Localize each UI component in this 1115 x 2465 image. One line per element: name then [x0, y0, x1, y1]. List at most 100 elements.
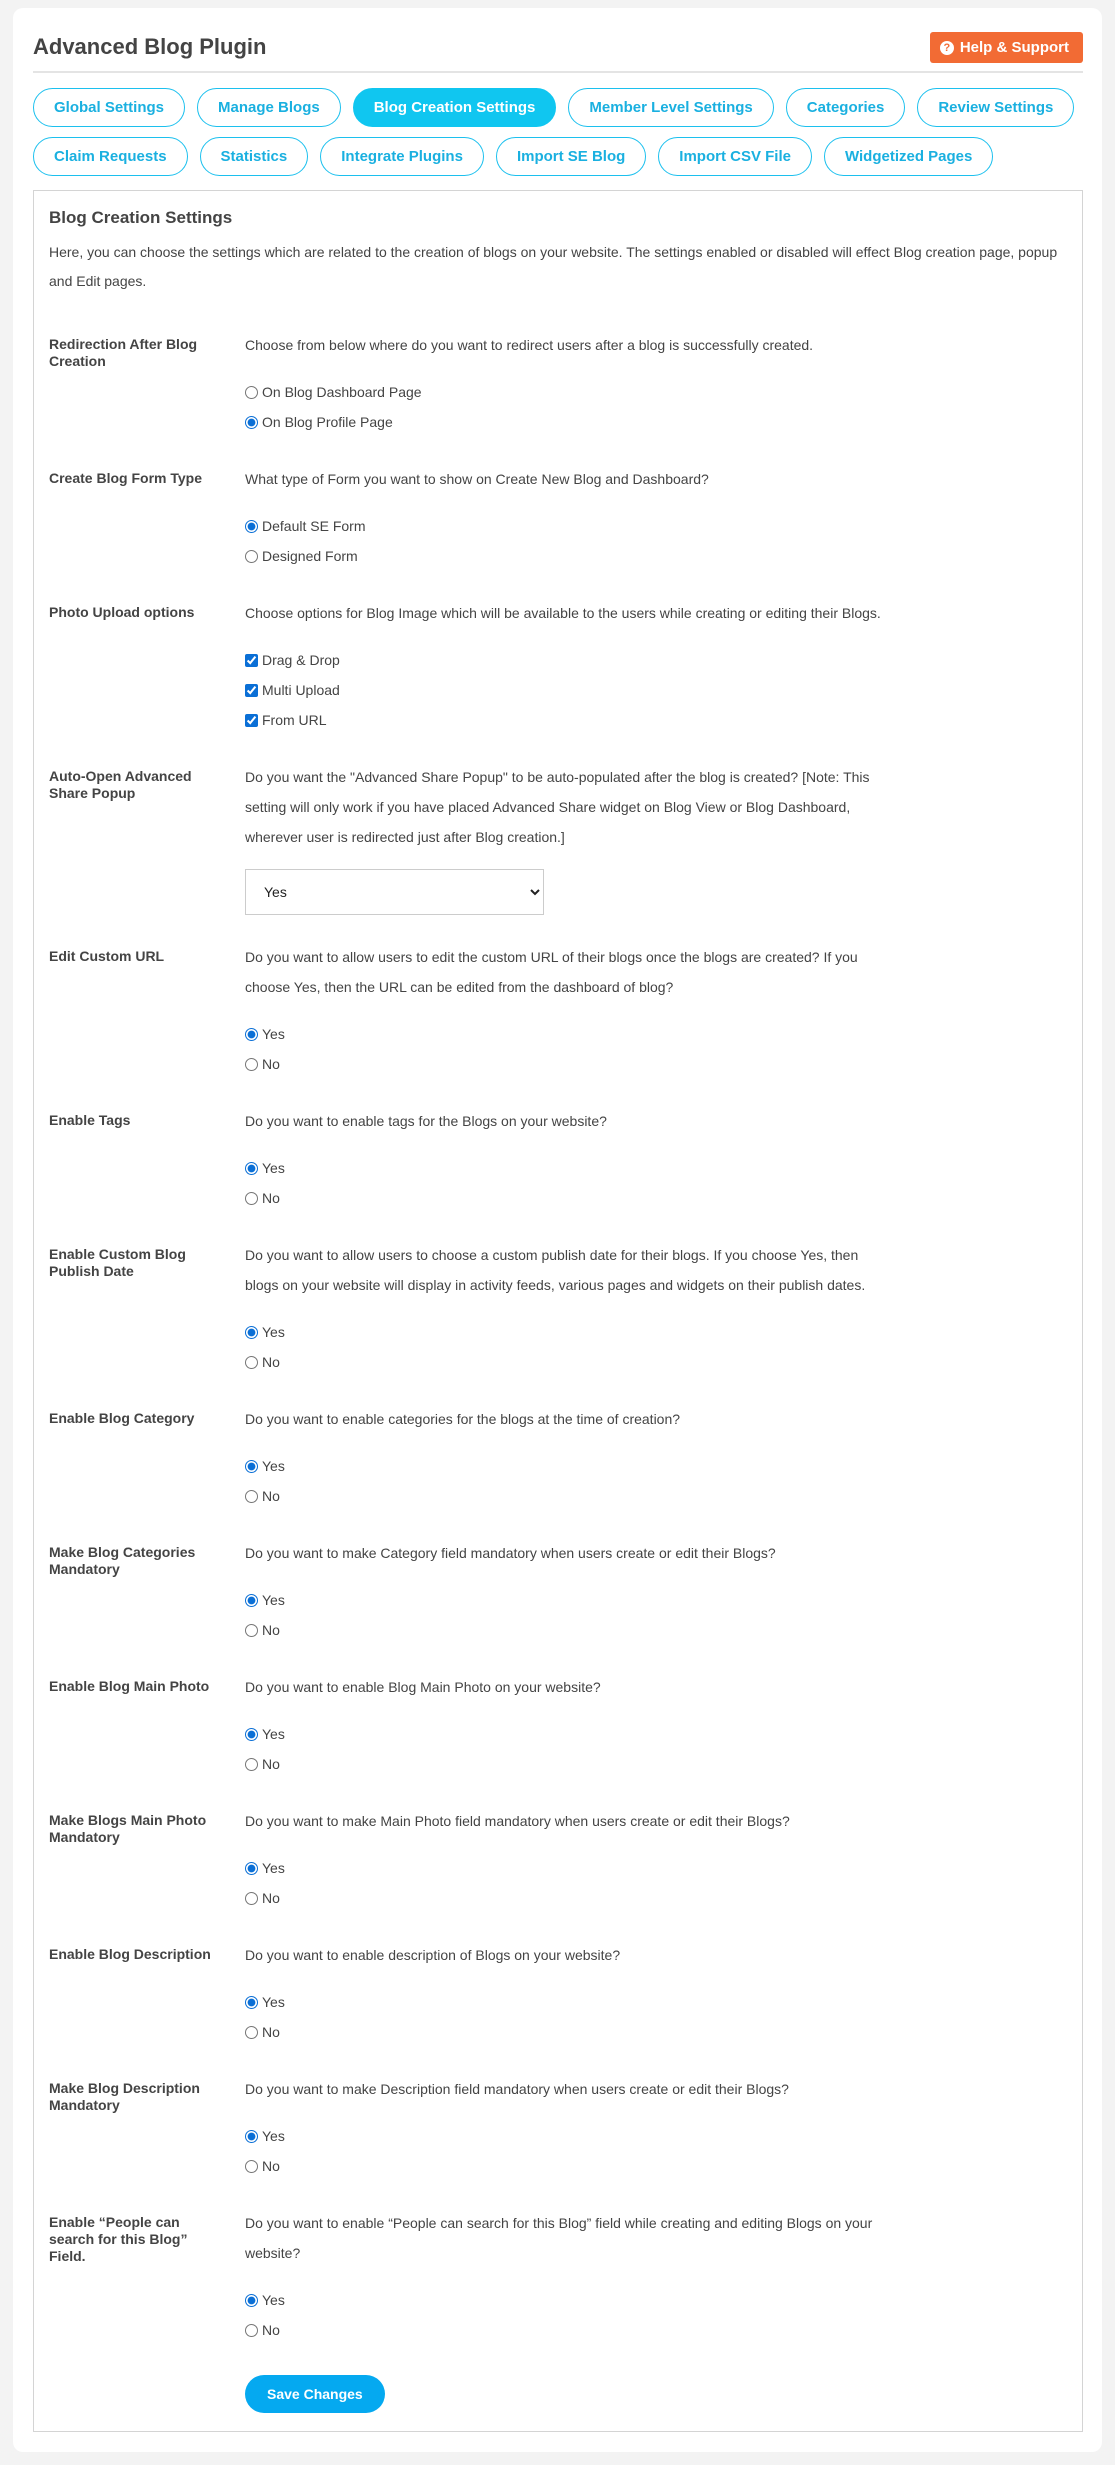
tab-import-csv-file[interactable]: Import CSV File [658, 137, 812, 176]
tab-claim-requests[interactable]: Claim Requests [33, 137, 188, 176]
radio-option-yes[interactable]: Yes [245, 2121, 885, 2151]
radio-button[interactable] [245, 415, 258, 429]
checkbox-option-drag-drop[interactable]: Drag & Drop [245, 645, 885, 675]
radio-option-no[interactable]: No [245, 1481, 885, 1511]
radio-option-yes[interactable]: Yes [245, 1853, 885, 1883]
option-label: No [262, 1056, 280, 1072]
setting-description: Do you want the "Advanced Share Popup" t… [245, 769, 870, 845]
setting-description: Choose from below where do you want to r… [245, 337, 814, 353]
option-label: No [262, 2322, 280, 2338]
radio-option-no[interactable]: No [245, 1615, 885, 1645]
radio-option-no[interactable]: No [245, 2151, 885, 2181]
option-label: Yes [262, 1994, 285, 2010]
radio-button[interactable] [245, 1489, 258, 1503]
radio-button[interactable] [245, 1593, 258, 1607]
radio-button[interactable] [245, 2293, 258, 2307]
checkbox[interactable] [245, 683, 258, 697]
radio-button[interactable] [245, 2129, 258, 2143]
radio-button[interactable] [245, 549, 258, 563]
radio-button[interactable] [245, 1727, 258, 1741]
section-intro: Here, you can choose the settings which … [49, 244, 1058, 289]
tab-review-settings[interactable]: Review Settings [917, 88, 1075, 127]
radio-button[interactable] [245, 1027, 258, 1041]
radio-option-default-se-form[interactable]: Default SE Form [245, 511, 885, 541]
tab-categories[interactable]: Categories [785, 88, 906, 127]
setting-field: Do you want to make Description field ma… [245, 2074, 885, 2181]
option-label: Multi Upload [262, 682, 340, 698]
radio-button[interactable] [245, 1891, 258, 1905]
radio-button[interactable] [245, 1057, 258, 1071]
radio-button[interactable] [245, 1459, 258, 1473]
setting-label: Enable Blog Main Photo [49, 1678, 210, 1694]
radio-option-no[interactable]: No [245, 1749, 885, 1779]
tab-member-level-settings[interactable]: Member Level Settings [568, 88, 774, 127]
radio-button[interactable] [245, 1191, 258, 1205]
radio-option-no[interactable]: No [245, 1183, 885, 1213]
radio-option-yes[interactable]: Yes [245, 1719, 885, 1749]
option-label: Yes [262, 1860, 285, 1876]
option-label: On Blog Dashboard Page [262, 384, 422, 400]
radio-button[interactable] [245, 1623, 258, 1637]
radio-option-no[interactable]: No [245, 1049, 885, 1079]
radio-option-yes[interactable]: Yes [245, 1153, 885, 1183]
setting-row-make-blog-categories-mandatory: Make Blog Categories Mandatory Do you wan… [49, 1538, 1067, 1672]
radio-button[interactable] [245, 1995, 258, 2009]
save-changes-button[interactable]: Save Changes [245, 2375, 385, 2413]
section-title: Blog Creation Settings [49, 208, 233, 227]
help-support-button[interactable]: ? Help & Support [929, 32, 1083, 63]
tab-blog-creation-settings[interactable]: Blog Creation Settings [352, 88, 557, 127]
tab-nav: Global Settings Manage Blogs Blog Creation… [33, 88, 1093, 186]
setting-label: Enable Blog Description [49, 1946, 211, 1962]
checkbox-option-multi-upload[interactable]: Multi Upload [245, 675, 885, 705]
setting-row-photo-upload-options: Photo Upload options Choose options for B… [49, 598, 1067, 762]
tab-import-se-blog[interactable]: Import SE Blog [495, 137, 647, 176]
settings-panel: Blog Creation Settings Here, you can cho… [33, 190, 1083, 2432]
radio-button[interactable] [245, 1325, 258, 1339]
setting-field: Do you want to enable categories for the… [245, 1404, 885, 1511]
setting-field: Do you want to enable tags for the Blogs… [245, 1106, 885, 1213]
tab-manage-blogs[interactable]: Manage Blogs [197, 88, 341, 127]
setting-field: Choose options for Blog Image which will… [245, 598, 885, 735]
checkbox-option-from-url[interactable]: From URL [245, 705, 885, 735]
setting-description: Do you want to enable “People can search… [245, 2215, 873, 2261]
auto-open-share-popup-select[interactable]: Yes [245, 869, 544, 915]
tab-global-settings[interactable]: Global Settings [33, 88, 186, 127]
setting-row-auto-open-advanced-share-popup: Auto-Open Advanced Share Popup Do you wan… [49, 762, 1067, 942]
radio-button[interactable] [245, 385, 258, 399]
radio-option-no[interactable]: No [245, 1883, 885, 1913]
option-label: Yes [262, 2292, 285, 2308]
tab-statistics[interactable]: Statistics [199, 137, 309, 176]
checkbox[interactable] [245, 653, 258, 667]
radio-option-yes[interactable]: Yes [245, 1451, 885, 1481]
radio-option-yes[interactable]: Yes [245, 1585, 885, 1615]
tab-widgetized-pages[interactable]: Widgetized Pages [823, 137, 994, 176]
setting-description: Choose options for Blog Image which will… [245, 605, 881, 621]
radio-option-no[interactable]: No [245, 1347, 885, 1377]
setting-field: Do you want to allow users to edit the c… [245, 942, 885, 1079]
radio-option-on-blog-profile-page[interactable]: On Blog Profile Page [245, 407, 885, 437]
radio-button[interactable] [245, 1861, 258, 1875]
radio-option-designed-form[interactable]: Designed Form [245, 541, 885, 571]
radio-button[interactable] [245, 2159, 258, 2173]
option-label: Designed Form [262, 548, 358, 564]
radio-button[interactable] [245, 1757, 258, 1771]
radio-option-yes[interactable]: Yes [245, 1987, 885, 2017]
setting-field: Do you want to enable Blog Main Photo on… [245, 1672, 885, 1779]
radio-button[interactable] [245, 2025, 258, 2039]
setting-field: Do you want to enable “People can search… [245, 2208, 885, 2345]
tab-integrate-plugins[interactable]: Integrate Plugins [320, 137, 484, 176]
radio-option-on-blog-dashboard-page[interactable]: On Blog Dashboard Page [245, 377, 885, 407]
checkbox[interactable] [245, 713, 258, 727]
setting-field: Choose from below where do you want to r… [245, 330, 885, 437]
radio-button[interactable] [245, 1355, 258, 1369]
radio-button[interactable] [245, 2323, 258, 2337]
help-support-label: Help & Support [959, 39, 1069, 56]
radio-option-no[interactable]: No [245, 2017, 885, 2047]
radio-option-yes[interactable]: Yes [245, 1019, 885, 1049]
radio-option-yes[interactable]: Yes [245, 1317, 885, 1347]
setting-row-enable-custom-blog-publish-date: Enable Custom Blog Publish Date Do you wa… [49, 1240, 1067, 1404]
radio-option-yes[interactable]: Yes [245, 2285, 885, 2315]
radio-button[interactable] [245, 1161, 258, 1175]
radio-option-no[interactable]: No [245, 2315, 885, 2345]
radio-button[interactable] [245, 519, 258, 533]
